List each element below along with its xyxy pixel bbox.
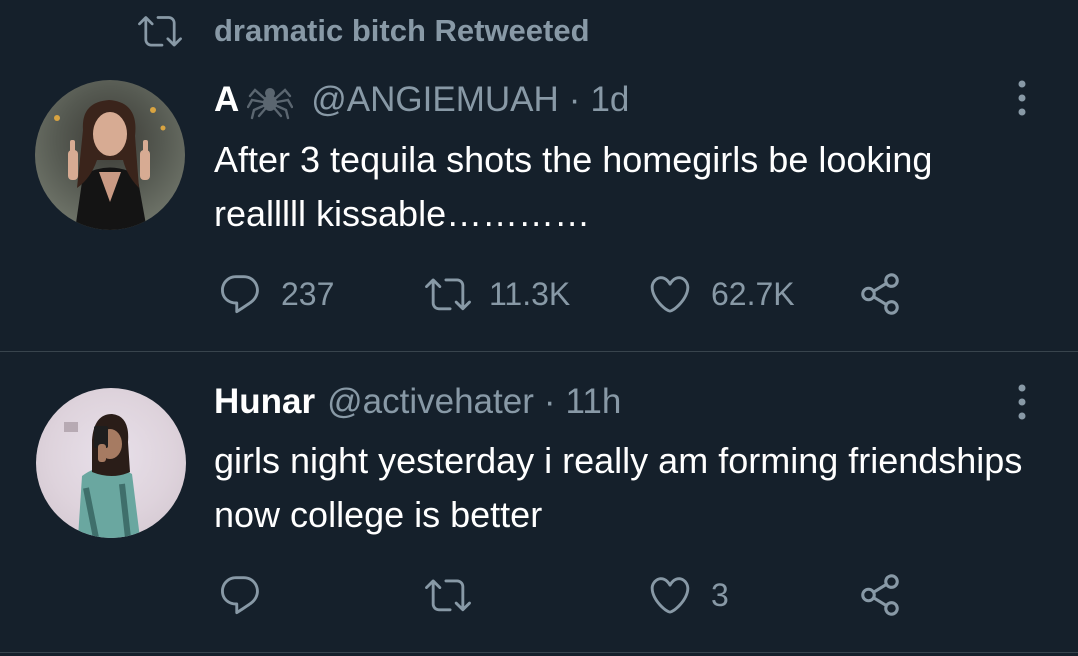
like-count: 3: [711, 576, 729, 613]
tweet-angiemuah[interactable]: dramatic bitch Retweeted A @ANGIEMUAH · …: [0, 0, 1078, 351]
retweet-count: 11.3K: [489, 275, 571, 312]
heart-icon: [650, 276, 690, 313]
spider-icon: [247, 80, 294, 120]
retweet-banner: dramatic bitch Retweeted: [138, 10, 590, 52]
reply-icon: [221, 275, 259, 314]
more-options-icon[interactable]: [1010, 78, 1034, 118]
heart-icon: [650, 577, 690, 614]
share-button[interactable]: [857, 569, 903, 621]
reply-button[interactable]: 237: [217, 268, 334, 320]
share-icon: [861, 574, 899, 616]
retweet-icon: [425, 579, 471, 612]
display-name[interactable]: Hunar: [214, 382, 315, 422]
separator-dot: ·: [568, 80, 581, 119]
retweet-icon: [138, 16, 182, 47]
reply-icon: [221, 576, 259, 615]
user-handle[interactable]: @activehater: [327, 382, 534, 422]
share-icon: [861, 273, 899, 315]
share-button[interactable]: [857, 268, 903, 320]
reply-count: 237: [281, 275, 335, 312]
like-count: 62.7K: [711, 275, 795, 312]
retweet-button[interactable]: 11.3K: [425, 268, 570, 320]
user-handle[interactable]: @ANGIEMUAH: [311, 80, 559, 120]
tweet-header: A @ANGIEMUAH · 1d: [214, 78, 629, 122]
timestamp[interactable]: 1d: [590, 80, 629, 120]
like-button[interactable]: 62.7K: [647, 268, 795, 320]
tweet-text: After 3 tequila shots the homegirls be l…: [214, 139, 933, 234]
like-button[interactable]: 3: [647, 569, 729, 621]
more-options-icon[interactable]: [1010, 382, 1034, 422]
retweet-icon: [425, 278, 471, 311]
reply-button[interactable]: [217, 569, 263, 621]
retweet-banner-text[interactable]: dramatic bitch Retweeted: [214, 13, 590, 49]
avatar-photo-angiemuah: [54, 100, 166, 230]
avatar[interactable]: [35, 80, 185, 230]
timestamp[interactable]: 11h: [566, 382, 622, 422]
separator-dot: ·: [543, 382, 556, 421]
avatar[interactable]: [36, 388, 186, 538]
tweet-text: girls night yesterday i really am formin…: [214, 440, 1023, 535]
display-name[interactable]: A: [214, 80, 239, 120]
retweet-button[interactable]: [425, 569, 471, 621]
tweet-divider: [0, 652, 1078, 653]
avatar-photo-activehater: [64, 414, 140, 538]
tweet-header: Hunar @activehater · 11h: [214, 380, 621, 424]
